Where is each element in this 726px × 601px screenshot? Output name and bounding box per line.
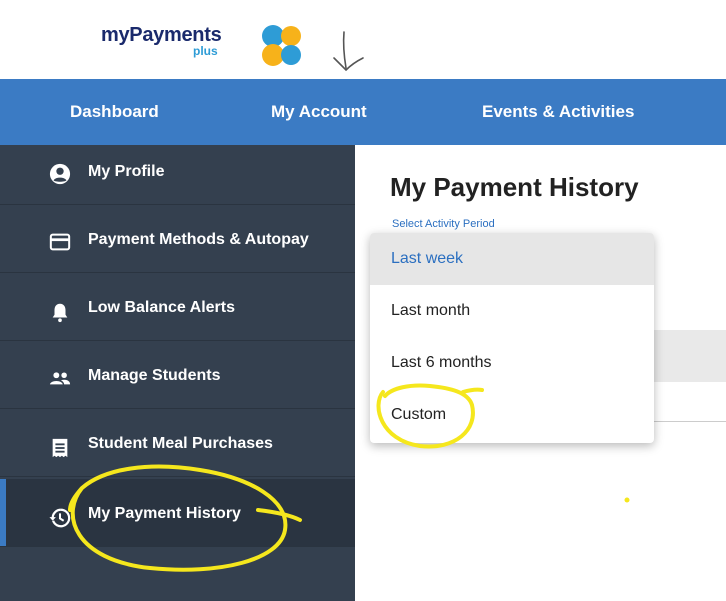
receipt-icon (52, 438, 68, 458)
activity-period-label: Select Activity Period (392, 218, 495, 230)
history-icon (49, 508, 71, 528)
nav-events-activities[interactable]: Events & Activities (482, 79, 634, 145)
table-divider (654, 421, 726, 422)
page-title: My Payment History (390, 172, 639, 202)
option-last-6-months[interactable]: Last 6 months (370, 337, 654, 389)
sidebar-item-label: Low Balance Alerts (88, 299, 236, 316)
sidebar-item-manage-students[interactable]: Manage Students (0, 341, 355, 409)
bell-icon (52, 303, 68, 323)
table-header-band (654, 330, 726, 382)
activity-period-dropdown[interactable]: Last week Last month Last 6 months Custo… (370, 233, 654, 443)
sidebar-item-label: Manage Students (88, 367, 221, 384)
sidebar-item-label: Payment Methods & Autopay (88, 231, 309, 248)
sidebar-item-my-profile[interactable]: My Profile (0, 145, 355, 205)
option-last-month[interactable]: Last month (370, 285, 654, 337)
sidebar: My Profile Payment Methods & Autopay Low… (0, 145, 355, 601)
top-navigation: Dashboard My Account Events & Activities (0, 79, 726, 145)
nav-dashboard[interactable]: Dashboard (70, 79, 159, 145)
option-last-week[interactable]: Last week (370, 233, 654, 285)
sidebar-item-label: Student Meal Purchases (88, 435, 273, 452)
account-circle-icon (49, 163, 71, 185)
people-icon (49, 372, 71, 385)
sidebar-item-payment-methods[interactable]: Payment Methods & Autopay (0, 205, 355, 273)
down-arrow-annotation-icon (333, 31, 364, 72)
sidebar-item-label: My Profile (88, 163, 165, 180)
option-custom[interactable]: Custom (370, 389, 654, 441)
sidebar-item-student-meal-purchases[interactable]: Student Meal Purchases (0, 409, 355, 477)
sidebar-item-my-payment-history[interactable]: My Payment History (0, 479, 355, 547)
sidebar-item-label: My Payment History (88, 505, 241, 522)
sidebar-item-low-balance-alerts[interactable]: Low Balance Alerts (0, 273, 355, 341)
nav-my-account[interactable]: My Account (271, 79, 367, 145)
credit-card-icon (49, 233, 71, 251)
logo-mark-icon (262, 25, 301, 66)
mypaymentsplus-logo[interactable]: myPayments plus (101, 22, 331, 68)
logo-plus-text: plus (193, 44, 218, 58)
